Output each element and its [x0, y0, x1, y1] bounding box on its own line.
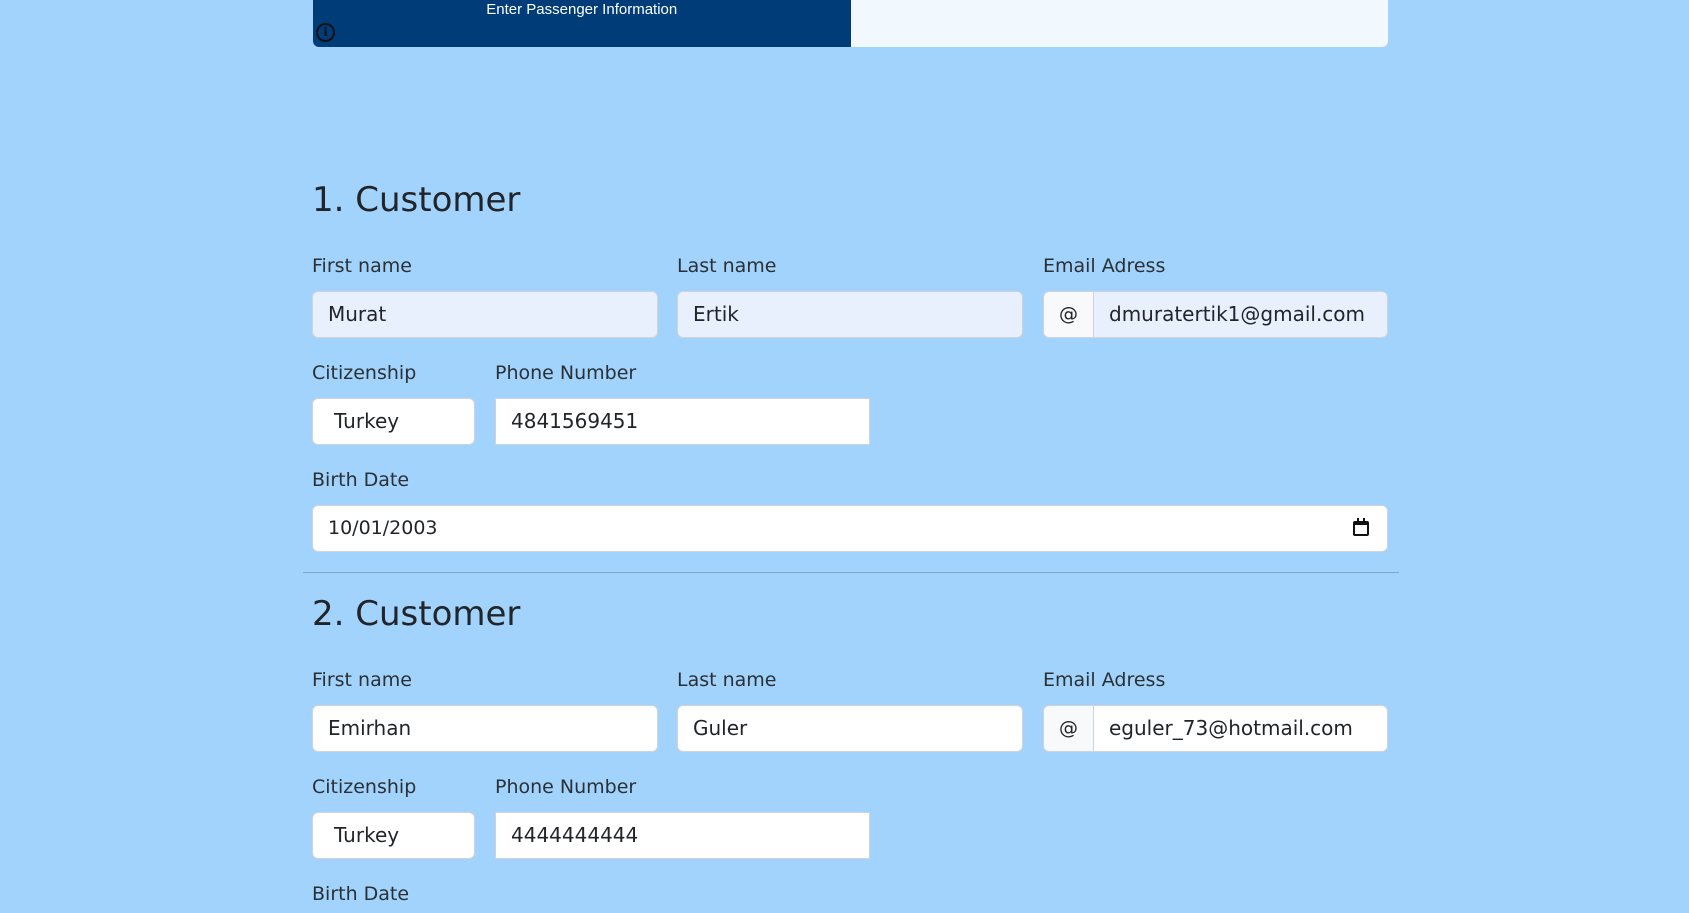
- customer-1-citizenship-select[interactable]: Turkey: [312, 398, 475, 445]
- customer-2-email-label: Email Adress: [1043, 669, 1166, 691]
- customer-1-last-name-input[interactable]: Ertik: [677, 291, 1023, 338]
- customer-1-birth-date-value: 10/01/2003: [328, 517, 438, 539]
- customer-2-first-name-input[interactable]: Emirhan: [312, 705, 658, 752]
- info-icon[interactable]: i: [316, 23, 335, 42]
- customer-2-last-name-input[interactable]: Guler: [677, 705, 1023, 752]
- customer-1-first-name-input[interactable]: Murat: [312, 291, 658, 338]
- customer-2-title: 2. Customer: [312, 594, 521, 634]
- customer-2-citizenship-select[interactable]: Turkey: [312, 812, 475, 859]
- customer-2-phone-input[interactable]: 4444444444: [495, 812, 870, 859]
- customer-2-citizenship-label: Citizenship: [312, 776, 417, 798]
- progress-fill: Enter Passenger Information i: [313, 0, 851, 47]
- customer-1-email-label: Email Adress: [1043, 255, 1166, 277]
- customer-2-email-prefix: @: [1044, 706, 1094, 751]
- customer-2-birth-date-label: Birth Date: [312, 883, 410, 905]
- customer-1-title: 1. Customer: [312, 180, 521, 220]
- customer-1-email-group: @ dmuratertik1@gmail.com: [1043, 291, 1388, 338]
- customer-1-birth-date-input[interactable]: 10/01/2003: [312, 505, 1388, 552]
- customer-2-first-name-label: First name: [312, 669, 412, 691]
- customer-divider: [303, 572, 1399, 573]
- customer-2-phone-label: Phone Number: [495, 776, 637, 798]
- customer-1-first-name-label: First name: [312, 255, 412, 277]
- customer-2-email-group: @ eguler_73@hotmail.com: [1043, 705, 1388, 752]
- customer-1-birth-date-label: Birth Date: [312, 469, 410, 491]
- customer-2-last-name-label: Last name: [677, 669, 777, 691]
- customer-1-phone-input[interactable]: 4841569451: [495, 398, 870, 445]
- customer-1-last-name-label: Last name: [677, 255, 777, 277]
- customer-1-phone-label: Phone Number: [495, 362, 637, 384]
- progress-bar: Enter Passenger Information i: [313, 0, 1388, 47]
- customer-1-email-input[interactable]: dmuratertik1@gmail.com: [1094, 292, 1387, 337]
- customer-2-email-input[interactable]: eguler_73@hotmail.com: [1094, 706, 1387, 751]
- calendar-icon[interactable]: [1353, 518, 1369, 536]
- customer-1-citizenship-label: Citizenship: [312, 362, 417, 384]
- customer-1-email-prefix: @: [1044, 292, 1094, 337]
- progress-label: Enter Passenger Information: [486, 1, 678, 18]
